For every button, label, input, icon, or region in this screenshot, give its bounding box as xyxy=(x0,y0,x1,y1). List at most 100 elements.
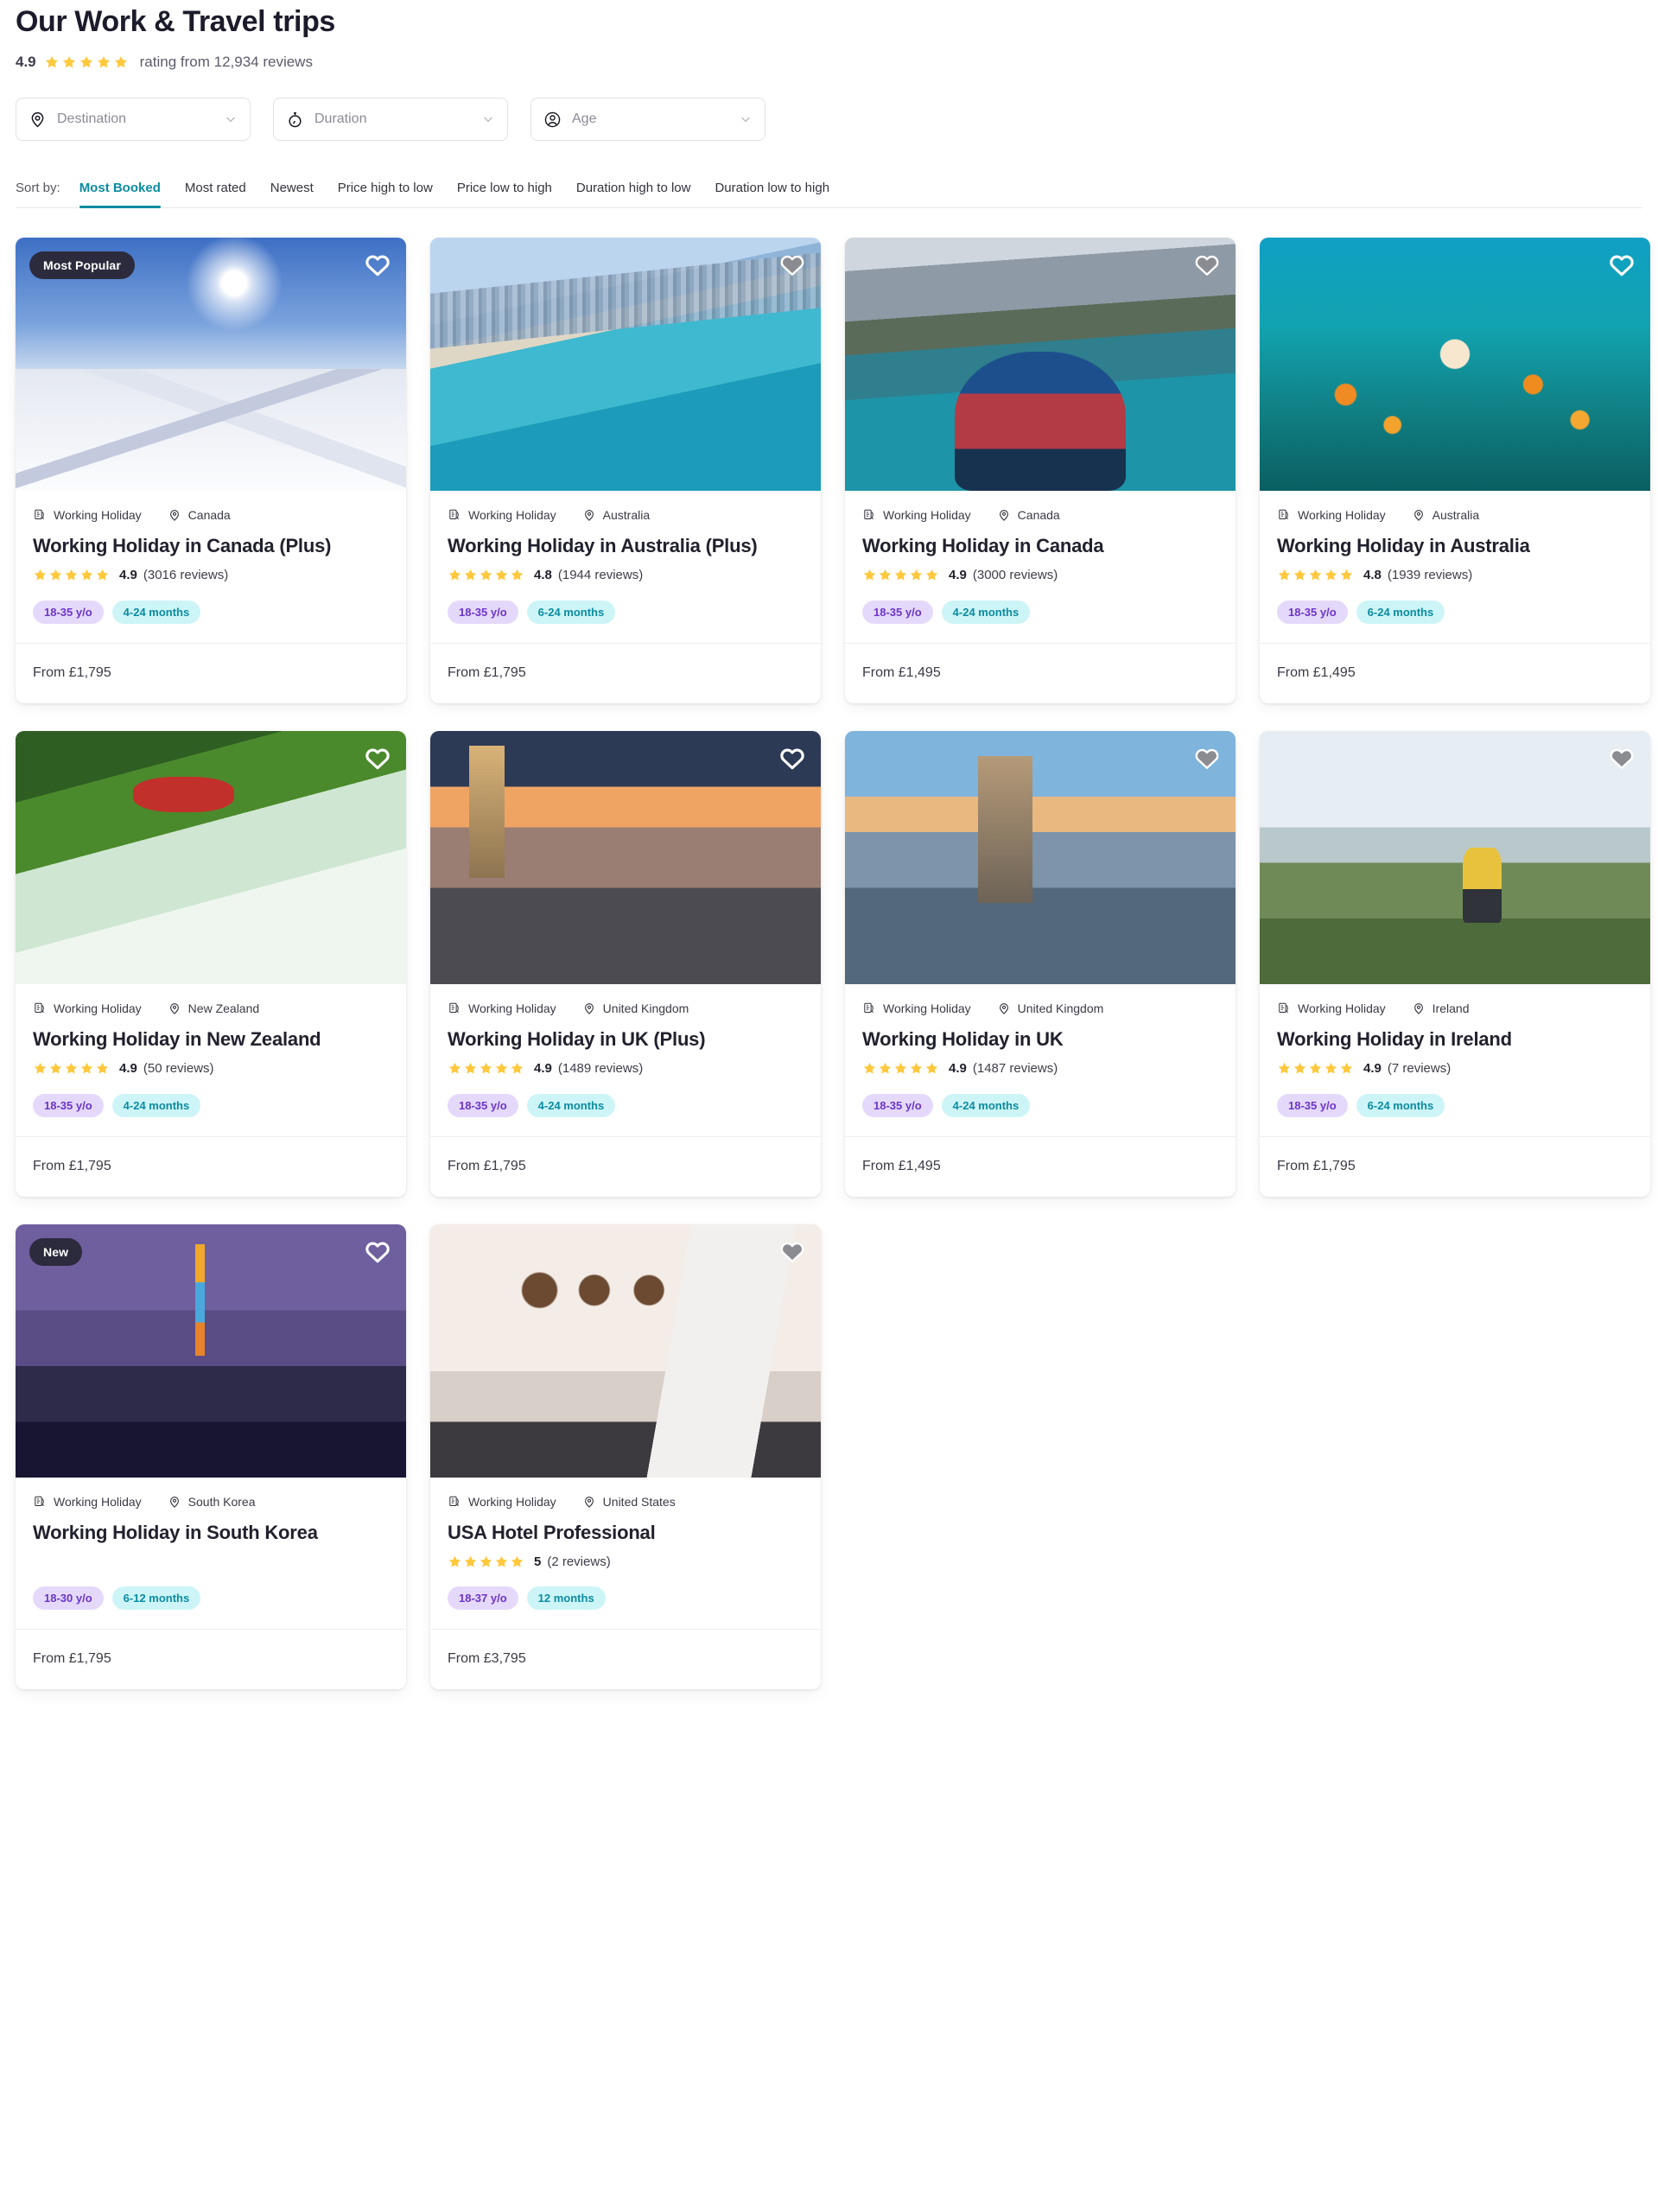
card-location: Ireland xyxy=(1412,1001,1470,1015)
card-photo xyxy=(430,238,821,492)
card-meta-row: Working Holiday New Zealand xyxy=(33,1000,389,1017)
chevron-down-icon[interactable] xyxy=(739,112,753,126)
card-tags: 18-35 y/o 6-24 months xyxy=(448,585,804,643)
card-title[interactable]: Working Holiday in Australia (Plus) xyxy=(448,534,804,558)
sort-option-most-rated[interactable]: Most rated xyxy=(173,181,258,207)
card-rating-score: 4.8 xyxy=(1363,568,1382,583)
trip-card[interactable]: Working Holiday United Kingdom Working Hol… xyxy=(845,730,1236,1197)
favourite-heart-icon[interactable] xyxy=(1607,743,1636,772)
person-circle-icon xyxy=(543,111,562,129)
star-icon xyxy=(924,568,939,582)
card-tags: 18-35 y/o 4-24 months xyxy=(33,1078,389,1136)
age-tag: 18-35 y/o xyxy=(448,1093,518,1117)
sort-option-price-high-to-low[interactable]: Price high to low xyxy=(326,181,445,207)
card-location-label: Ireland xyxy=(1432,1001,1470,1015)
card-media[interactable] xyxy=(430,238,821,492)
sort-option-newest[interactable]: Newest xyxy=(258,181,326,207)
sort-option-duration-low-to-high[interactable]: Duration low to high xyxy=(702,181,842,207)
star-icon xyxy=(64,568,79,582)
star-icon xyxy=(1308,568,1323,582)
sort-option-duration-high-to-low[interactable]: Duration high to low xyxy=(564,181,703,207)
card-title[interactable]: Working Holiday in South Korea xyxy=(33,1521,389,1545)
filter-age[interactable]: Age xyxy=(530,98,765,142)
card-title[interactable]: Working Holiday in Australia xyxy=(1277,534,1633,558)
card-media[interactable]: New xyxy=(16,1224,406,1478)
card-location: Canada xyxy=(997,508,1060,522)
card-rating: 4.9 (50 reviews) xyxy=(33,1059,389,1078)
card-body: Working Holiday Canada Working Holiday in … xyxy=(16,491,406,643)
card-rating: 5 (2 reviews) xyxy=(448,1552,804,1571)
trip-card[interactable]: Working Holiday Canada Working Holiday in … xyxy=(845,238,1236,703)
chevron-down-icon[interactable] xyxy=(481,112,495,126)
age-tag: 18-37 y/o xyxy=(448,1586,518,1611)
trip-type-icon xyxy=(1277,508,1291,522)
star-icon xyxy=(510,1061,524,1076)
card-media[interactable]: Most Popular xyxy=(16,238,406,492)
card-location: New Zealand xyxy=(168,1001,260,1015)
card-title[interactable]: Working Holiday in New Zealand xyxy=(33,1027,389,1052)
card-meta-row: Working Holiday United Kingdom xyxy=(448,1000,804,1017)
card-category-label: Working Holiday xyxy=(1298,1001,1386,1015)
favourite-heart-icon[interactable] xyxy=(778,1236,807,1266)
star-icon xyxy=(1324,1061,1338,1076)
trip-card[interactable]: Working Holiday United States USA Hotel Pr… xyxy=(430,1224,821,1690)
card-media[interactable] xyxy=(1260,238,1650,492)
card-media[interactable] xyxy=(845,730,1236,984)
card-body: Working Holiday United Kingdom Working Hol… xyxy=(430,984,821,1136)
card-review-count: (50 reviews) xyxy=(143,1061,214,1077)
card-meta-row: Working Holiday Ireland xyxy=(1277,1000,1633,1017)
card-price: From £1,495 xyxy=(1260,642,1650,703)
duration-tag: 4-24 months xyxy=(111,1093,201,1117)
trip-card[interactable]: Working Holiday New Zealand Working Holida… xyxy=(16,730,406,1197)
card-meta-row: Working Holiday Australia xyxy=(448,506,804,524)
chevron-down-icon[interactable] xyxy=(224,112,238,126)
sort-option-price-low-to-high[interactable]: Price low to high xyxy=(445,181,564,207)
card-location-label: Australia xyxy=(602,508,651,523)
card-media[interactable] xyxy=(1260,730,1650,984)
card-title[interactable]: Working Holiday in UK xyxy=(862,1027,1218,1052)
card-body: Working Holiday New Zealand Working Holida… xyxy=(16,984,406,1136)
trip-card[interactable]: New Working Holiday South Korea Working Hol… xyxy=(16,1224,406,1690)
favourite-heart-icon[interactable] xyxy=(363,250,392,279)
card-media[interactable] xyxy=(430,730,821,984)
star-icon xyxy=(1339,568,1354,582)
card-tags: 18-35 y/o 4-24 months xyxy=(448,1078,804,1136)
card-media[interactable] xyxy=(845,238,1236,492)
card-title[interactable]: Working Holiday in Ireland xyxy=(1277,1027,1633,1052)
card-title[interactable]: Working Holiday in UK (Plus) xyxy=(448,1027,804,1052)
card-location-label: New Zealand xyxy=(187,1001,260,1015)
card-location: South Korea xyxy=(168,1495,256,1509)
card-title[interactable]: Working Holiday in Canada xyxy=(862,534,1218,558)
trip-card[interactable]: Most Popular Working Holiday Canada Working… xyxy=(16,238,406,703)
trip-type-icon xyxy=(1277,1001,1291,1015)
favourite-heart-icon[interactable] xyxy=(1607,250,1636,279)
favourite-heart-icon[interactable] xyxy=(363,743,392,772)
filter-destination[interactable]: Destination xyxy=(16,98,251,142)
trip-card[interactable]: Working Holiday Australia Working Holiday … xyxy=(430,238,821,703)
sort-option-most-booked[interactable]: Most Booked xyxy=(79,181,173,209)
favourite-heart-icon[interactable] xyxy=(1192,250,1222,279)
favourite-heart-icon[interactable] xyxy=(778,250,807,279)
card-review-count: (1487 reviews) xyxy=(972,1061,1058,1077)
trip-card[interactable]: Working Holiday United Kingdom Working Hol… xyxy=(430,730,821,1197)
card-category-label: Working Holiday xyxy=(468,1494,556,1509)
favourite-heart-icon[interactable] xyxy=(363,1236,392,1266)
card-location-label: United Kingdom xyxy=(602,1001,689,1015)
trip-card[interactable]: Working Holiday Ireland Working Holiday in… xyxy=(1260,730,1650,1197)
card-media[interactable] xyxy=(16,730,406,984)
star-icon xyxy=(448,1554,462,1569)
favourite-heart-icon[interactable] xyxy=(778,743,807,772)
card-tags: 18-35 y/o 4-24 months xyxy=(862,585,1218,643)
filter-duration[interactable]: Duration xyxy=(273,98,508,142)
star-icon xyxy=(909,568,924,582)
card-media[interactable] xyxy=(430,1224,821,1478)
card-badge: New xyxy=(29,1237,83,1266)
star-icon xyxy=(79,54,94,70)
favourite-heart-icon[interactable] xyxy=(1192,743,1222,772)
star-icon xyxy=(113,54,129,70)
trip-card[interactable]: Working Holiday Australia Working Holiday … xyxy=(1260,238,1650,703)
card-title[interactable]: USA Hotel Professional xyxy=(448,1521,804,1545)
card-category: Working Holiday xyxy=(448,1495,556,1509)
card-title[interactable]: Working Holiday in Canada (Plus) xyxy=(33,534,389,558)
card-location: Australia xyxy=(582,508,650,522)
